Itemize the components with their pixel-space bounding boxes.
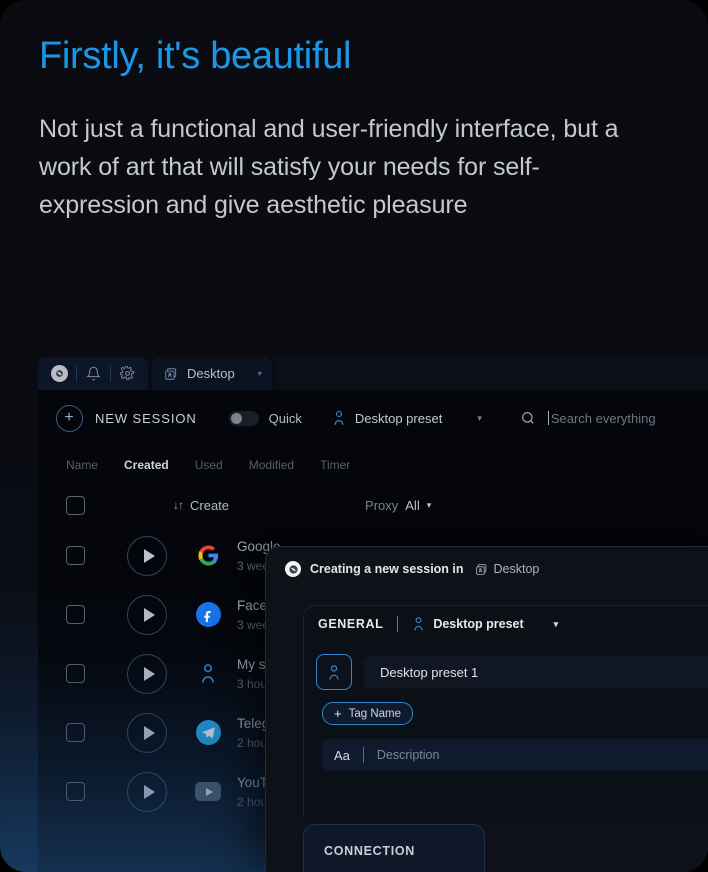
divider	[362, 747, 364, 763]
list-controls-row: ↓↑ Create Proxy All ▾	[38, 484, 708, 526]
search-input[interactable]: Search everything	[547, 410, 656, 426]
play-session-button[interactable]	[127, 594, 167, 635]
play-icon	[143, 725, 155, 740]
divider	[397, 616, 399, 632]
create-session-modal: Creating a new session in Desktop GENERA…	[265, 546, 708, 872]
person-icon	[414, 617, 424, 631]
modal-preset-selector[interactable]: Desktop preset ▾	[412, 616, 558, 632]
add-tag-button[interactable]: + Tag Name	[322, 702, 414, 725]
modal-context: Desktop	[475, 562, 540, 576]
modal-preset-label: Desktop preset	[433, 617, 524, 631]
search-icon	[521, 412, 534, 424]
play-session-button[interactable]	[127, 771, 167, 812]
topbar-icon-group	[38, 357, 148, 390]
person-icon	[195, 661, 221, 687]
chevron-down-icon[interactable]: ▾	[427, 500, 432, 511]
row-checkbox[interactable]	[66, 723, 85, 742]
quick-toggle-label: Quick	[268, 410, 302, 426]
quick-toggle-switch[interactable]	[228, 410, 259, 426]
youtube-icon	[195, 779, 221, 805]
play-icon	[143, 607, 155, 622]
settings-button[interactable]	[110, 357, 144, 390]
new-session-button[interactable]: + NEW SESSION	[56, 404, 197, 432]
tag-row: + Tag Name	[304, 690, 708, 725]
connection-section[interactable]: CONNECTION	[303, 824, 485, 872]
app-toolbar: + NEW SESSION Quick Desktop preset ▾ Sea…	[38, 390, 708, 446]
quick-toggle[interactable]: Quick	[228, 410, 302, 426]
workspace-tab-desktop[interactable]: Desktop ▾	[152, 357, 272, 390]
play-icon	[143, 784, 155, 799]
proxy-filter-label: Proxy	[365, 497, 399, 513]
app-logo-button[interactable]	[42, 357, 76, 390]
add-tag-label: Tag Name	[348, 707, 402, 720]
chevron-down-icon[interactable]: ▾	[477, 413, 482, 424]
bell-icon	[85, 366, 101, 381]
column-tab-created[interactable]: Created	[124, 458, 169, 472]
proxy-filter[interactable]: Proxy All ▾	[365, 498, 431, 513]
page-title: Firstly, it's beautiful	[39, 35, 352, 77]
play-icon	[143, 666, 155, 681]
app-logo-icon	[285, 561, 301, 577]
app-logo-icon	[50, 365, 68, 382]
description-input[interactable]: Aa Description	[322, 739, 708, 771]
search-area[interactable]: Search everything	[520, 410, 708, 426]
play-session-button[interactable]	[127, 653, 167, 694]
facebook-icon	[195, 602, 221, 628]
description-placeholder: Description	[376, 748, 440, 762]
session-name-row: Desktop preset 1	[304, 642, 708, 690]
hero-section: Firstly, it's beautiful Not just a funct…	[39, 35, 659, 224]
plus-icon: +	[334, 706, 342, 721]
hero-description: Not just a functional and user-friendly …	[39, 114, 619, 219]
preset-selector[interactable]: Desktop preset ▾	[332, 410, 482, 426]
sort-create-label: Create	[190, 497, 230, 513]
modal-tab-row: GENERAL Desktop preset ▾	[304, 606, 708, 642]
tab-general[interactable]: GENERAL	[318, 617, 383, 631]
folder-copy-icon	[165, 367, 177, 380]
modal-header: Creating a new session in Desktop	[266, 547, 708, 577]
telegram-icon	[195, 720, 221, 746]
google-icon	[195, 543, 221, 569]
row-checkbox[interactable]	[66, 664, 85, 683]
chevron-down-icon[interactable]: ▾	[554, 619, 559, 630]
session-name-input[interactable]: Desktop preset 1	[364, 656, 708, 688]
chevron-down-icon[interactable]: ▾	[258, 369, 262, 378]
modal-title: Creating a new session in	[310, 562, 464, 576]
modal-context-label: Desktop	[493, 562, 540, 576]
row-checkbox[interactable]	[66, 605, 85, 624]
column-tab-name[interactable]: Name	[66, 458, 98, 472]
play-session-button[interactable]	[127, 712, 167, 753]
column-tab-used[interactable]: Used	[195, 458, 223, 472]
gear-icon	[119, 366, 134, 381]
play-icon	[143, 548, 155, 563]
workspace-tab-label: Desktop	[187, 366, 235, 381]
toggle-knob	[230, 412, 242, 424]
new-session-label: NEW SESSION	[95, 410, 197, 426]
folder-copy-icon	[475, 563, 486, 575]
avatar-picker-button[interactable]	[316, 654, 352, 690]
preset-label: Desktop preset	[354, 410, 443, 426]
sort-arrows-icon: ↓↑	[173, 498, 184, 512]
column-tab-modified[interactable]: Modified	[249, 458, 294, 472]
play-session-button[interactable]	[127, 535, 167, 576]
app-topbar: Desktop ▾	[38, 357, 708, 390]
plus-circle-icon: +	[56, 404, 83, 432]
person-icon	[329, 664, 339, 680]
font-size-icon: Aa	[334, 747, 350, 763]
text-caret	[547, 411, 549, 425]
column-tab-timer[interactable]: Timer	[320, 458, 350, 472]
tabstrip-empty-area	[273, 357, 708, 390]
row-checkbox[interactable]	[66, 782, 85, 801]
row-checkbox[interactable]	[66, 546, 85, 565]
column-tabs: Name Created Used Modified Timer	[38, 446, 708, 484]
sort-create-button[interactable]: ↓↑ Create	[173, 498, 229, 513]
modal-general-card: GENERAL Desktop preset ▾ Desktop preset …	[303, 605, 708, 817]
proxy-filter-value: All	[405, 497, 420, 513]
person-icon	[334, 410, 344, 425]
search-placeholder: Search everything	[550, 410, 656, 426]
select-all-checkbox[interactable]	[66, 495, 85, 515]
page-frame: Firstly, it's beautiful Not just a funct…	[0, 0, 708, 872]
notifications-button[interactable]	[76, 357, 110, 390]
connection-label: CONNECTION	[324, 844, 416, 858]
